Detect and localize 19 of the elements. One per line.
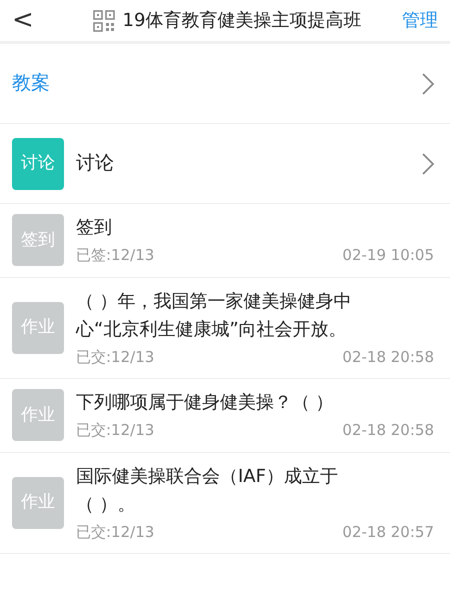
activity-time: 02-19 10:05 bbox=[342, 245, 434, 266]
activity-time: 02-18 20:58 bbox=[342, 346, 434, 368]
discussion-row[interactable]: 讨论 讨论 bbox=[0, 124, 450, 204]
back-button[interactable]: < bbox=[12, 1, 52, 40]
activity-badge: 讨论 bbox=[12, 138, 64, 190]
activity-status: 已交:12/13 bbox=[76, 346, 154, 368]
activity-title: 签到 bbox=[76, 216, 113, 240]
activity-status: 已交:12/13 bbox=[76, 420, 154, 441]
activity-time: 02-18 20:58 bbox=[342, 420, 434, 441]
qr-code-icon[interactable] bbox=[92, 10, 115, 32]
activity-status: 已交:12/13 bbox=[76, 522, 154, 542]
chevron-right-icon bbox=[422, 152, 434, 174]
activity-title: 下列哪项属于健身健美操？（ ） bbox=[76, 391, 335, 415]
activity-status: 已签:12/13 bbox=[76, 245, 154, 266]
activity-time: 02-18 20:57 bbox=[342, 522, 434, 542]
activity-title: （ ）年，我国第一家健美操健身中心“北京利生健康城”向社会开放。 bbox=[76, 290, 352, 342]
window-title: 19体育教育健美操主项提高班 bbox=[122, 9, 362, 33]
chevron-right-icon bbox=[422, 72, 434, 94]
activity-title: 国际健美操联合会（IAF）成立于（ ）。 bbox=[76, 464, 339, 516]
